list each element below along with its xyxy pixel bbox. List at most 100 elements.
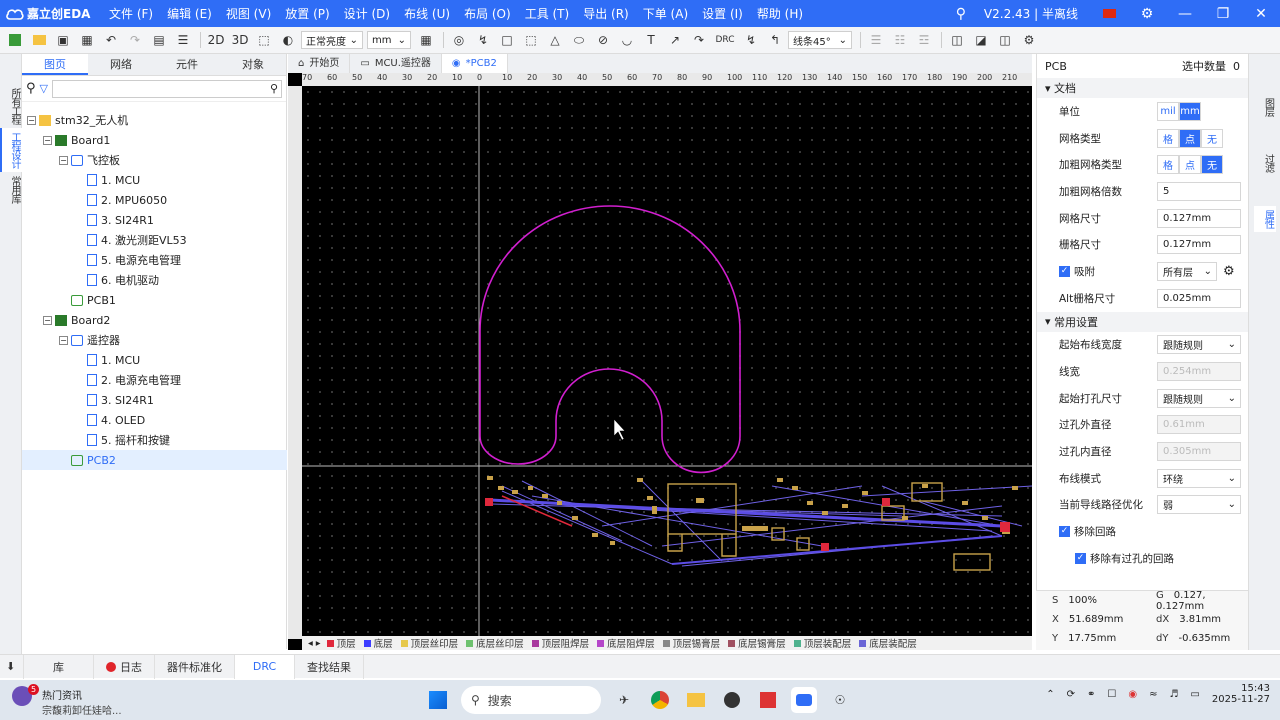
alt-grid-input[interactable]: 0.025mm: [1157, 288, 1241, 308]
chrome-icon[interactable]: [647, 687, 673, 713]
new-icon[interactable]: [4, 30, 26, 50]
open-folder-icon[interactable]: [28, 30, 50, 50]
route-width-start-select[interactable]: 跟随规则 ⌄: [1157, 335, 1241, 355]
list-icon[interactable]: ☰: [172, 30, 194, 50]
tree-node[interactable]: 3. SI24R1: [22, 390, 287, 410]
board-outline[interactable]: [479, 205, 741, 474]
menu-item-1[interactable]: 编辑 (E): [160, 5, 219, 22]
tab-common-library[interactable]: 常用库: [0, 172, 22, 207]
tree-node[interactable]: − 飞控板: [22, 150, 287, 170]
tab-all-projects[interactable]: 所有工程: [0, 84, 22, 128]
pcb-canvas[interactable]: [302, 86, 1033, 639]
taskbar-search[interactable]: ⚲ 搜索: [461, 686, 601, 714]
drc-button[interactable]: DRC: [712, 30, 738, 50]
tree-node[interactable]: 5. 摇杆和按键: [22, 430, 287, 450]
tab-layers[interactable]: 图层: [1254, 94, 1276, 120]
tab-nets[interactable]: 网络: [88, 54, 154, 75]
via-start-select[interactable]: 跟随规则 ⌄: [1157, 388, 1241, 408]
tab-properties[interactable]: 属性: [1253, 206, 1276, 232]
import-icon[interactable]: ↷: [688, 30, 710, 50]
menu-item-5[interactable]: 布线 (U): [397, 5, 457, 22]
mic-icon[interactable]: ⚭: [1087, 689, 1095, 700]
snap-settings-icon[interactable]: ⚙: [1223, 264, 1235, 279]
volume-icon[interactable]: ♬: [1169, 689, 1178, 700]
snap-checkbox[interactable]: ✓: [1059, 265, 1070, 277]
diff-pair-icon[interactable]: ↯: [740, 30, 762, 50]
grid-type-none[interactable]: 无: [1201, 128, 1223, 148]
search-icon[interactable]: ⚲: [942, 6, 980, 22]
grid-icon[interactable]: ▦: [415, 30, 437, 50]
settings-gear-icon[interactable]: ⚙: [1018, 30, 1040, 50]
search-icon[interactable]: ⚲: [26, 81, 36, 96]
layer-item[interactable]: 底层: [363, 636, 393, 650]
search-submit-icon[interactable]: ⚲: [270, 82, 278, 95]
polygon-icon[interactable]: △: [544, 30, 566, 50]
collapse-icon[interactable]: ⬇: [0, 654, 24, 679]
arc-icon[interactable]: ◡: [616, 30, 638, 50]
tree-node[interactable]: 5. 电源充电管理: [22, 250, 287, 270]
fence-size-input[interactable]: 0.127mm: [1157, 235, 1241, 255]
remove-via-loop-checkbox[interactable]: ✓: [1075, 552, 1086, 564]
layer-item[interactable]: 底层锡膏层: [728, 636, 786, 650]
layer-item[interactable]: 底层丝印层: [466, 636, 524, 650]
order-icon[interactable]: ◫: [994, 30, 1016, 50]
tab-search-results[interactable]: 查找结果: [295, 654, 364, 679]
tab-components[interactable]: 元件: [154, 54, 220, 75]
menu-item-6[interactable]: 布局 (O): [457, 5, 518, 22]
tree-node[interactable]: 1. MCU: [22, 350, 287, 370]
forbid-icon[interactable]: ⊘: [592, 30, 614, 50]
layer-item[interactable]: 底层装配层: [859, 636, 917, 650]
flag-icon[interactable]: [1090, 6, 1128, 22]
collapse-toggle-icon[interactable]: −: [59, 335, 68, 345]
save-icon[interactable]: ▣: [52, 30, 74, 50]
rect-select-icon[interactable]: □: [496, 30, 518, 50]
tab-objects[interactable]: 对象: [220, 54, 286, 75]
tab-log[interactable]: 日志: [94, 654, 155, 679]
menu-item-7[interactable]: 工具 (T): [518, 5, 577, 22]
app-red-icon[interactable]: [755, 687, 781, 713]
menu-item-8[interactable]: 导出 (R): [576, 5, 636, 22]
menu-item-10[interactable]: 设置 (I): [695, 5, 750, 22]
collapse-toggle-icon[interactable]: −: [43, 135, 52, 145]
tree-node[interactable]: 6. 电机驱动: [22, 270, 287, 290]
line-icon[interactable]: ↗: [664, 30, 686, 50]
tab-library[interactable]: 库: [24, 654, 94, 679]
route-angle-select[interactable]: 线条45° ⌄: [788, 31, 852, 49]
layer-scroll-arrows-icon[interactable]: ◂ ▸: [308, 638, 321, 649]
unit-segment[interactable]: mil mm: [1157, 101, 1201, 121]
gear-icon[interactable]: ⚙: [1128, 6, 1166, 22]
layer-item[interactable]: 底层阻焊层: [597, 636, 655, 650]
doc-tab-0[interactable]: ⌂ 开始页: [288, 54, 351, 73]
section-common[interactable]: ▾ 常用设置: [1037, 311, 1248, 332]
windows-start-icon[interactable]: [425, 687, 451, 713]
tree-node[interactable]: − Board1: [22, 130, 287, 150]
tree-node[interactable]: − 遥控器: [22, 330, 287, 350]
bold-grid-none[interactable]: 无: [1201, 155, 1223, 175]
auto-route-icon[interactable]: ↰: [764, 30, 786, 50]
redo-icon[interactable]: ↷: [124, 30, 146, 50]
taskbar-app-plane-icon[interactable]: ✈: [611, 687, 637, 713]
tree-node[interactable]: 1. MCU: [22, 170, 287, 190]
battery-icon[interactable]: ▭: [1190, 689, 1199, 700]
restore-icon[interactable]: ❐: [1204, 6, 1242, 22]
via-inner-input[interactable]: 0.305mm: [1157, 442, 1241, 462]
news-widget[interactable]: 5 热门资讯 宗馥莉卸任娃哈...: [12, 684, 172, 717]
tree-node[interactable]: − Board2: [22, 310, 287, 330]
grid-type-line[interactable]: 格: [1157, 128, 1179, 148]
clipboard-icon[interactable]: ▤: [148, 30, 170, 50]
collapse-toggle-icon[interactable]: −: [43, 315, 52, 325]
antivirus-icon[interactable]: ◉: [1128, 689, 1137, 700]
grid-type-dot[interactable]: 点: [1179, 128, 1201, 148]
via-outer-input[interactable]: 0.61mm: [1157, 415, 1241, 435]
path-opt-select[interactable]: 弱 ⌄: [1157, 495, 1241, 515]
save-as-icon[interactable]: ▦: [76, 30, 98, 50]
menu-item-2[interactable]: 视图 (V): [219, 5, 278, 22]
collapse-toggle-icon[interactable]: −: [27, 115, 36, 125]
tree-node[interactable]: PCB1: [22, 290, 287, 310]
doc-tab-1[interactable]: ▭ MCU.遥控器: [350, 54, 442, 73]
zoom-fit-icon[interactable]: ⬚: [253, 30, 275, 50]
layer-item[interactable]: 顶层阻焊层: [531, 636, 589, 650]
arrange-icon[interactable]: ☲: [913, 30, 935, 50]
align-icon[interactable]: ☰: [865, 30, 887, 50]
tree-node[interactable]: 3. SI24R1: [22, 210, 287, 230]
